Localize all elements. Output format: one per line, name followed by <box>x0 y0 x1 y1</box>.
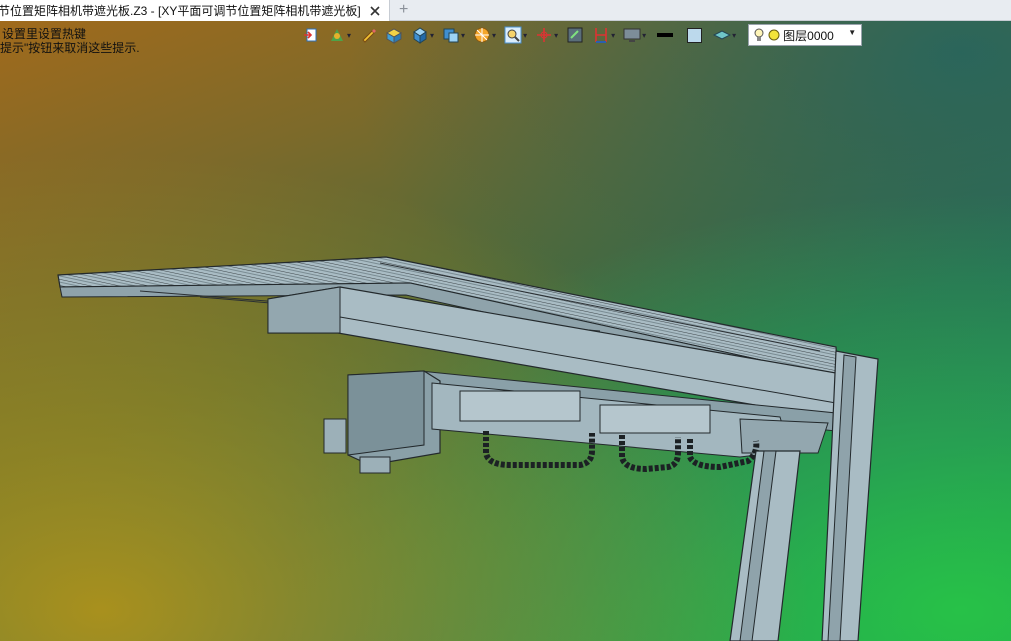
cube-button[interactable]: ▾ <box>409 24 436 46</box>
chevron-down-icon: ▾ <box>492 30 497 40</box>
fit-icon <box>567 27 583 43</box>
chevron-down-icon: ▼ <box>848 28 857 37</box>
document-tab-title: 节位置矩阵相机带遮光板.Z3 - [XY平面可调节位置矩阵相机带遮光板] <box>0 4 361 18</box>
exit-sketch-button[interactable] <box>300 24 322 46</box>
exit-sketch-icon <box>304 28 317 42</box>
chevron-down-icon: ▾ <box>347 30 352 40</box>
fill-color-button[interactable] <box>682 24 707 46</box>
line-color-icon <box>657 33 674 37</box>
cube-icon <box>413 27 427 44</box>
chevron-down-icon: ▾ <box>430 30 435 40</box>
layer-name: 图层0000 <box>783 28 834 43</box>
shaded-icon <box>443 28 459 43</box>
display-icon <box>623 28 641 42</box>
zoom-icon <box>504 26 522 44</box>
bulb-icon <box>754 28 764 41</box>
shading-mode-button[interactable]: ▾ <box>440 24 467 46</box>
close-icon[interactable] <box>367 3 383 19</box>
layer-style-icon <box>713 30 732 40</box>
hint-text: 设置里设置热键 提示"按钮来取消这些提示. <box>0 27 140 55</box>
axis-button[interactable]: ▾ <box>533 24 560 46</box>
render-icon <box>474 27 490 43</box>
motor-block <box>323 370 441 474</box>
chevron-down-icon: ▾ <box>732 30 737 40</box>
line-color-button[interactable] <box>652 24 678 46</box>
view-direction-button[interactable]: ▾ <box>326 24 353 46</box>
layer-color-icon <box>768 29 780 41</box>
new-tab-button[interactable]: + <box>390 0 418 20</box>
box-icon <box>386 28 403 44</box>
box-button[interactable] <box>383 24 405 46</box>
layer-dropdown[interactable]: 图层0000 ▼ <box>748 24 863 46</box>
chevron-down-icon: ▾ <box>642 30 647 40</box>
measure-icon <box>595 28 607 43</box>
tab-strip: 节位置矩阵相机带遮光板.Z3 - [XY平面可调节位置矩阵相机带遮光板] + <box>0 0 1011 21</box>
zoom-button[interactable]: ▾ <box>502 24 529 46</box>
cad-model[interactable] <box>0 21 1011 641</box>
chevron-down-icon: ▾ <box>523 30 528 40</box>
fit-view-button[interactable] <box>564 24 586 46</box>
sketch-tool-button[interactable] <box>357 24 379 46</box>
render-button[interactable]: ▾ <box>471 24 498 46</box>
measure-button[interactable]: ▾ <box>590 24 617 46</box>
chevron-down-icon: ▾ <box>554 30 559 40</box>
pencil-icon <box>362 29 377 43</box>
layer-style-button[interactable]: ▾ <box>711 24 738 46</box>
view-toolbar: ▾ ▾ ▾ ▾ ▾ ▾ ▾ ▾ ▾ 图层0000 ▼ <box>300 23 863 47</box>
hint-line-1: 设置里设置热键 <box>2 27 87 41</box>
3d-viewport[interactable]: 设置里设置热键 提示"按钮来取消这些提示. ▾ ▾ ▾ ▾ ▾ ▾ ▾ ▾ ▾ … <box>0 21 1011 641</box>
chevron-down-icon: ▾ <box>611 30 616 40</box>
fill-color-icon <box>687 27 703 43</box>
chevron-down-icon: ▾ <box>461 30 466 40</box>
hint-line-2: 提示"按钮来取消这些提示. <box>0 41 140 55</box>
display-button[interactable]: ▾ <box>621 24 648 46</box>
view-icon <box>331 29 343 41</box>
document-tab[interactable]: 节位置矩阵相机带遮光板.Z3 - [XY平面可调节位置矩阵相机带遮光板] <box>0 0 390 21</box>
axis-icon <box>537 28 552 42</box>
